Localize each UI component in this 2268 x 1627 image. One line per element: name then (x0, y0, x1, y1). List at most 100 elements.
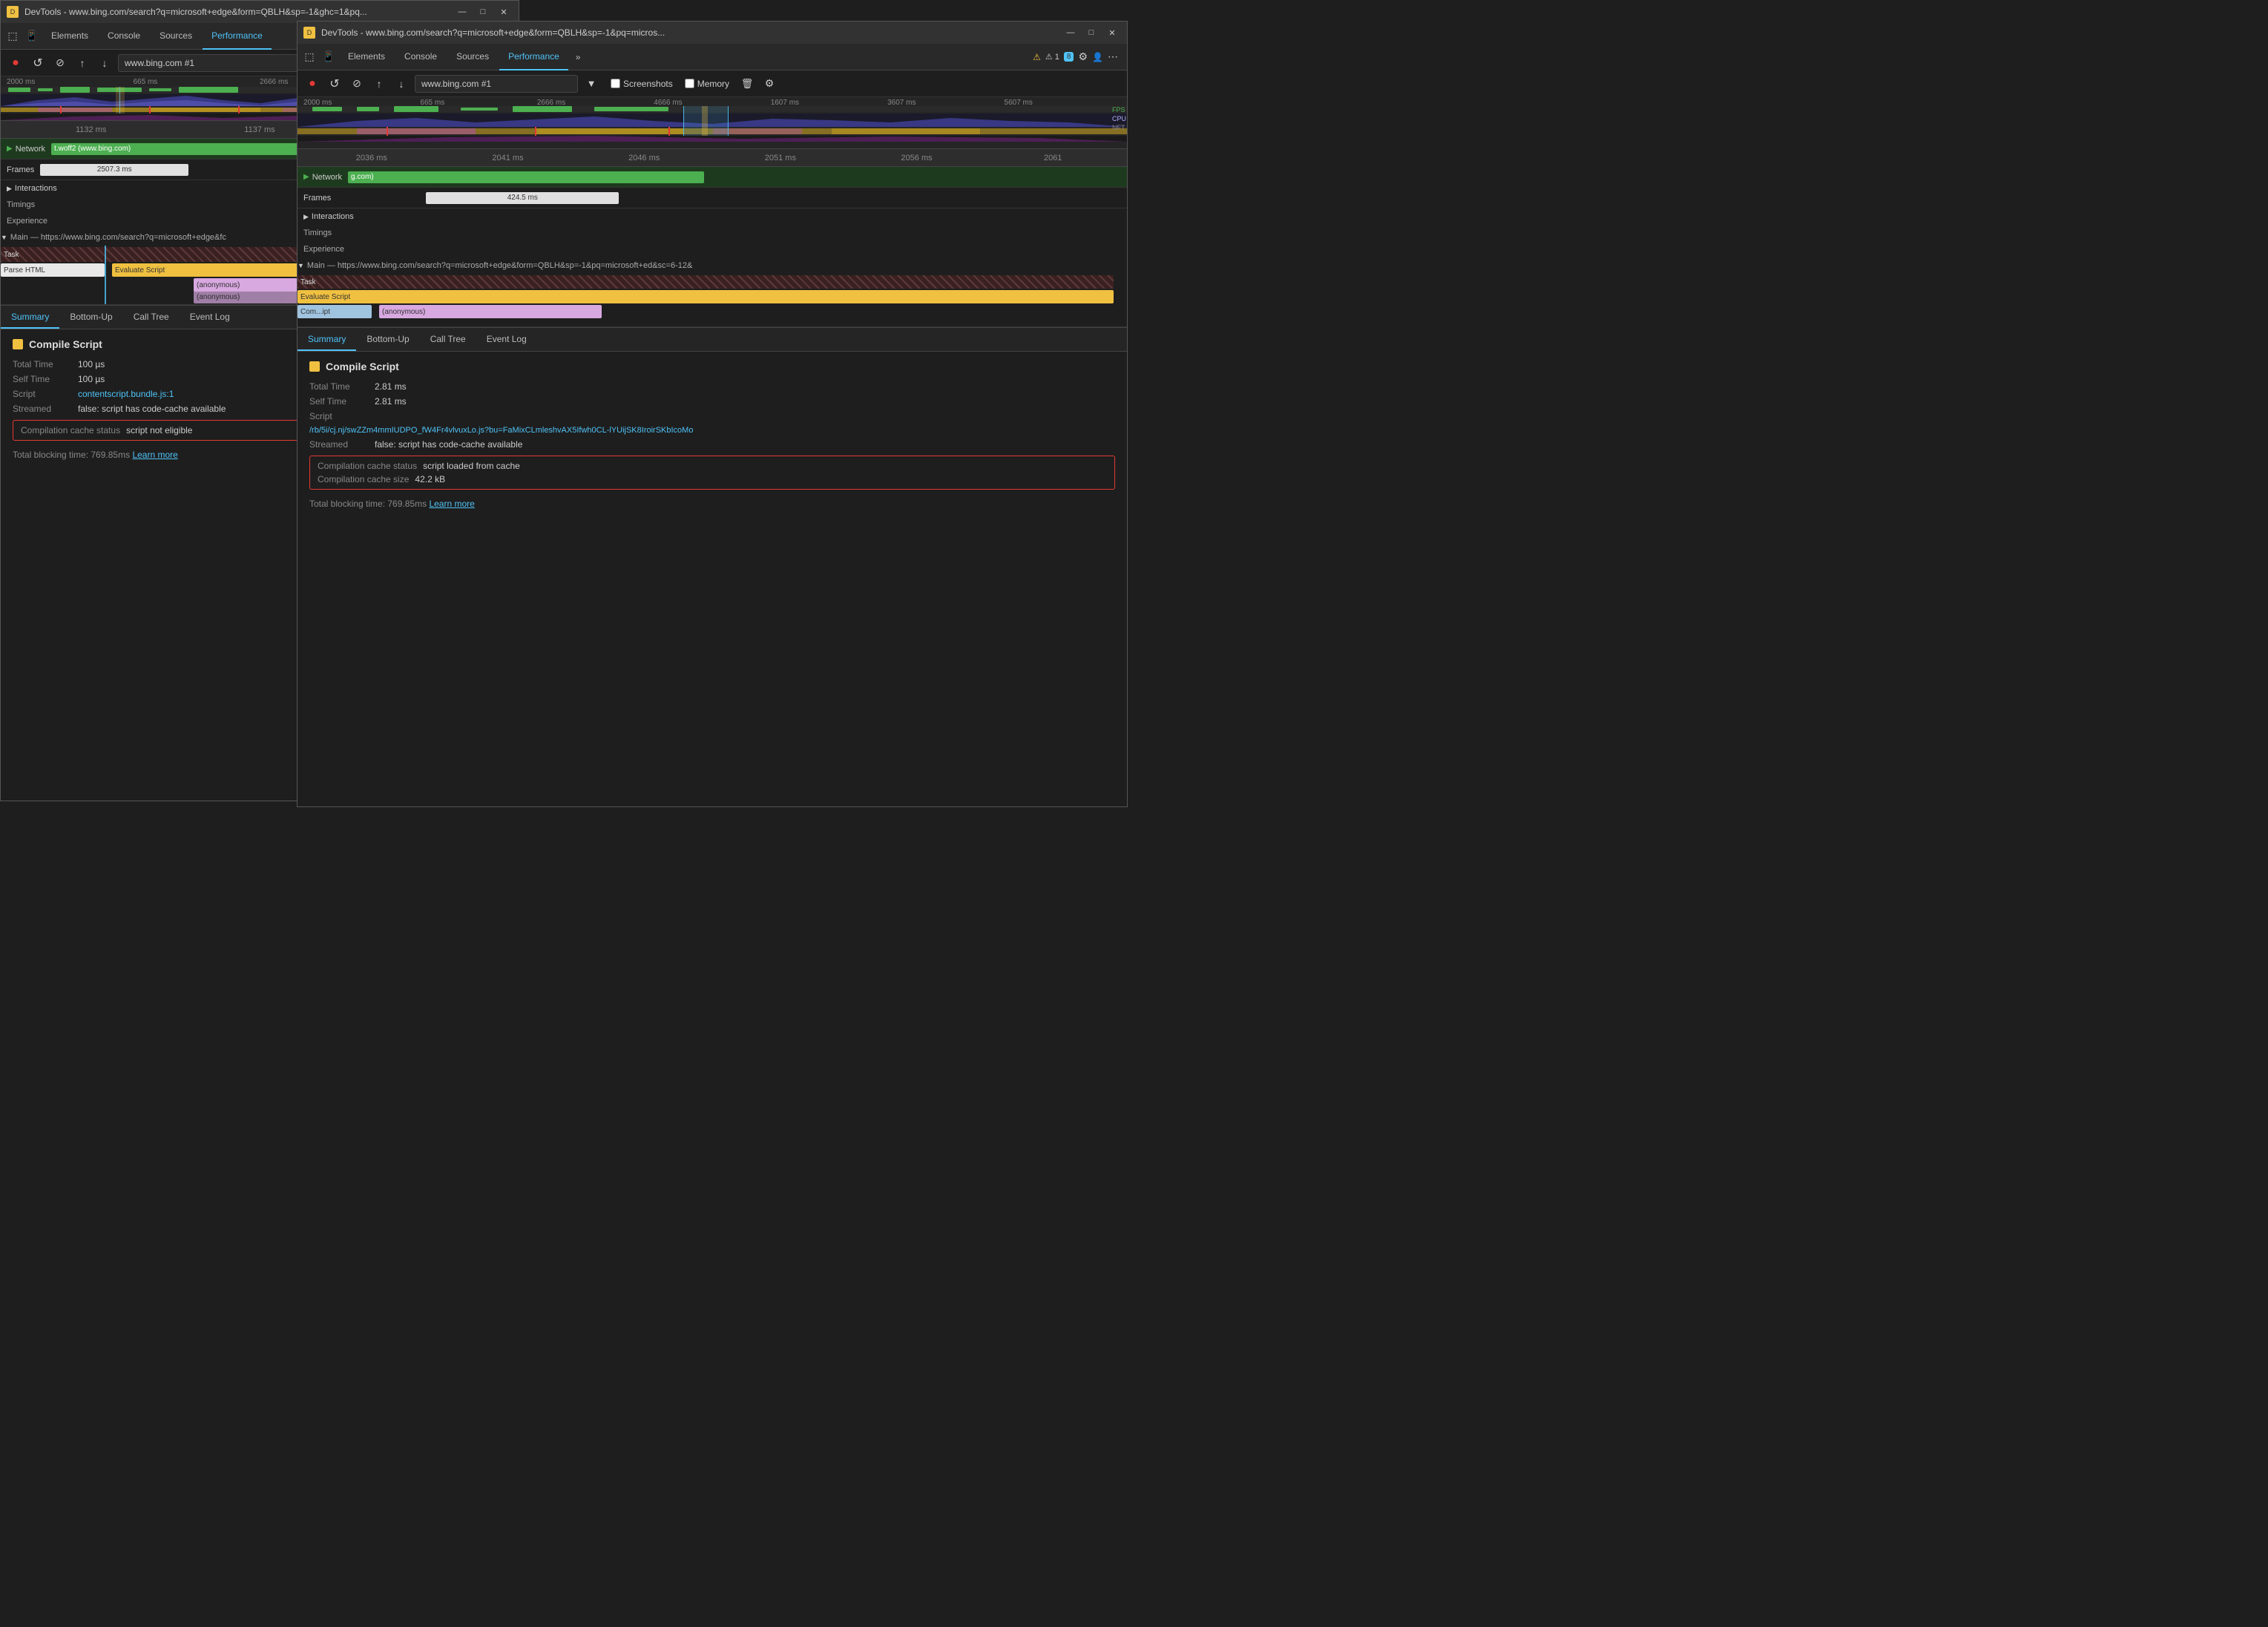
window2-timings[interactable]: Timings (298, 225, 1127, 241)
tab-sources[interactable]: Sources (151, 23, 201, 50)
tab2-performance[interactable]: Performance (499, 44, 568, 70)
w2-ruler-t6: 2061 (985, 154, 1121, 162)
gear-icon[interactable]: ⚙ (1078, 50, 1088, 63)
upload-button2[interactable]: ↑ (370, 75, 388, 93)
maximize-button2[interactable]: □ (1082, 26, 1100, 39)
reload-button2[interactable]: ↺ (326, 75, 344, 93)
w2-bottom-tab-summary[interactable]: Summary (298, 328, 356, 351)
url-input2[interactable] (415, 75, 578, 93)
w2-task-bar: Task (298, 275, 1114, 289)
close-button2[interactable]: ✕ (1103, 26, 1121, 39)
trash-button2[interactable]: 🗑 (738, 75, 756, 93)
w2-summary-self-time: Self Time 2.81 ms (309, 396, 1115, 407)
bottom-tab-calltree[interactable]: Call Tree (123, 306, 180, 329)
svg-text:NFT: NFT (1112, 124, 1125, 131)
w2-experience-label: Experience (303, 245, 344, 254)
w2-compile-script-color (309, 361, 320, 372)
streamed-label: Streamed (13, 404, 72, 414)
device-icon[interactable]: 📱 (23, 27, 41, 45)
tab2-elements[interactable]: Elements (339, 44, 394, 70)
w2-bottom-tab-calltree[interactable]: Call Tree (420, 328, 476, 351)
window2-network-row: ▶ Network g.com) (298, 167, 1127, 188)
w2-script-link[interactable]: /rb/5i/cj.nj/swZZm4mmIUDPO_fW4Fr4vlvuxLo… (309, 426, 693, 435)
window2-main[interactable]: ▼ Main — https://www.bing.com/search?q=m… (298, 257, 1127, 274)
screenshots-checkbox-group: Screenshots (611, 79, 673, 89)
memory-checkbox[interactable] (685, 79, 694, 88)
bottom-tab-bottomup[interactable]: Bottom-Up (59, 306, 122, 329)
memory-label: Memory (697, 79, 729, 89)
maximize-button[interactable]: □ (474, 5, 492, 19)
cursor-icon2[interactable]: ⬚ (300, 48, 318, 66)
window2: D DevTools - www.bing.com/search?q=micro… (297, 21, 1128, 807)
gear-button2[interactable]: ⚙ (760, 75, 778, 93)
window2-icon: D (303, 27, 315, 39)
w2-anonymous-bar: (anonymous) (379, 305, 602, 318)
w2-evaluate-script-bar: Evaluate Script (298, 290, 1114, 303)
blue-badge: 8 (1064, 52, 1074, 62)
tab2-more[interactable]: » (570, 49, 587, 65)
bottom-tab-eventlog[interactable]: Event Log (180, 306, 240, 329)
dropdown-button2[interactable]: ▼ (582, 75, 600, 93)
w2-ruler-t1: 2036 ms (303, 154, 440, 162)
w2-cache-status-label: Compilation cache status (318, 461, 417, 471)
w2-frames-label: Frames (303, 194, 331, 203)
window2-tabs: ⬚ 📱 Elements Console Sources Performance… (298, 44, 1127, 70)
interactions-label: Interactions (15, 184, 57, 193)
screenshots-label: Screenshots (623, 79, 673, 89)
more-icon[interactable]: ⋯ (1108, 50, 1118, 63)
frames-label: Frames (7, 165, 34, 174)
stop-button[interactable]: ⊘ (51, 54, 69, 72)
bottom-tab-summary[interactable]: Summary (1, 306, 59, 329)
window1-title: DevTools - www.bing.com/search?q=microso… (24, 7, 447, 17)
w2-cache-size-label: Compilation cache size (318, 474, 409, 484)
window2-titlebar: D DevTools - www.bing.com/search?q=micro… (298, 22, 1127, 44)
close-button[interactable]: ✕ (495, 5, 513, 19)
reload-button[interactable]: ↺ (29, 54, 47, 72)
w2-network-content: g.com) (348, 170, 1121, 185)
window2-experience[interactable]: Experience (298, 241, 1127, 257)
download-button2[interactable]: ↓ (392, 75, 410, 93)
download-button[interactable]: ↓ (96, 54, 114, 72)
minimize-button2[interactable]: — (1062, 26, 1079, 39)
streamed-value: false: script has code-cache available (78, 404, 226, 414)
learn-more-link[interactable]: Learn more (132, 450, 177, 460)
stop-button2[interactable]: ⊘ (348, 75, 366, 93)
w2-interactions-triangle (303, 213, 309, 221)
network-bar: t.woff2 (www.bing.com) (51, 143, 303, 155)
w2-learn-more-link[interactable]: Learn more (429, 499, 474, 509)
w2-interactions-label: Interactions (312, 212, 354, 221)
w2-cache-size-value: 42.2 kB (415, 474, 445, 484)
tab-performance[interactable]: Performance (203, 23, 272, 50)
minimize-button[interactable]: — (453, 5, 471, 19)
w2-bottom-tab-bottomup[interactable]: Bottom-Up (356, 328, 419, 351)
window2-title: DevTools - www.bing.com/search?q=microso… (321, 27, 1056, 38)
window2-overview: 2000 ms 665 ms 2666 ms 4666 ms 1607 ms 3… (298, 97, 1127, 149)
window2-cache-box: Compilation cache status script loaded f… (309, 456, 1115, 490)
tab-elements[interactable]: Elements (42, 23, 97, 50)
record-button[interactable]: ● (7, 54, 24, 72)
window2-overview-chart: FPS CPU NFT (298, 106, 1127, 149)
tab2-console[interactable]: Console (395, 44, 446, 70)
window2-summary-content: Compile Script Total Time 2.81 ms Self T… (298, 352, 1127, 518)
cursor-icon[interactable]: ⬚ (4, 27, 22, 45)
main-label: Main — https://www.bing.com/search?q=mic… (10, 233, 226, 242)
total-time-value: 100 µs (78, 359, 105, 369)
person-icon[interactable]: 👤 (1092, 52, 1103, 62)
w2-summary-title-text: Compile Script (326, 361, 399, 372)
window2-blocking: Total blocking time: 769.85ms Learn more (309, 499, 1115, 509)
record-button2[interactable]: ● (303, 75, 321, 93)
window1-icon: D (7, 6, 19, 18)
w2-streamed-value: false: script has code-cache available (375, 439, 522, 450)
upload-button[interactable]: ↑ (73, 54, 91, 72)
w2-bottom-tab-eventlog[interactable]: Event Log (476, 328, 537, 351)
tab2-sources[interactable]: Sources (447, 44, 498, 70)
summary-title-text: Compile Script (29, 338, 102, 350)
window2-interactions[interactable]: Interactions (298, 208, 1127, 225)
anonymous2-bar: (anonymous) (194, 290, 298, 303)
script-label: Script (13, 389, 72, 399)
screenshots-checkbox[interactable] (611, 79, 620, 88)
script-link[interactable]: contentscript.bundle.js:1 (78, 389, 174, 399)
tab-console[interactable]: Console (99, 23, 149, 50)
w2-compile-ipt-bar: Com...ipt (298, 305, 372, 318)
device-icon2[interactable]: 📱 (320, 48, 338, 66)
